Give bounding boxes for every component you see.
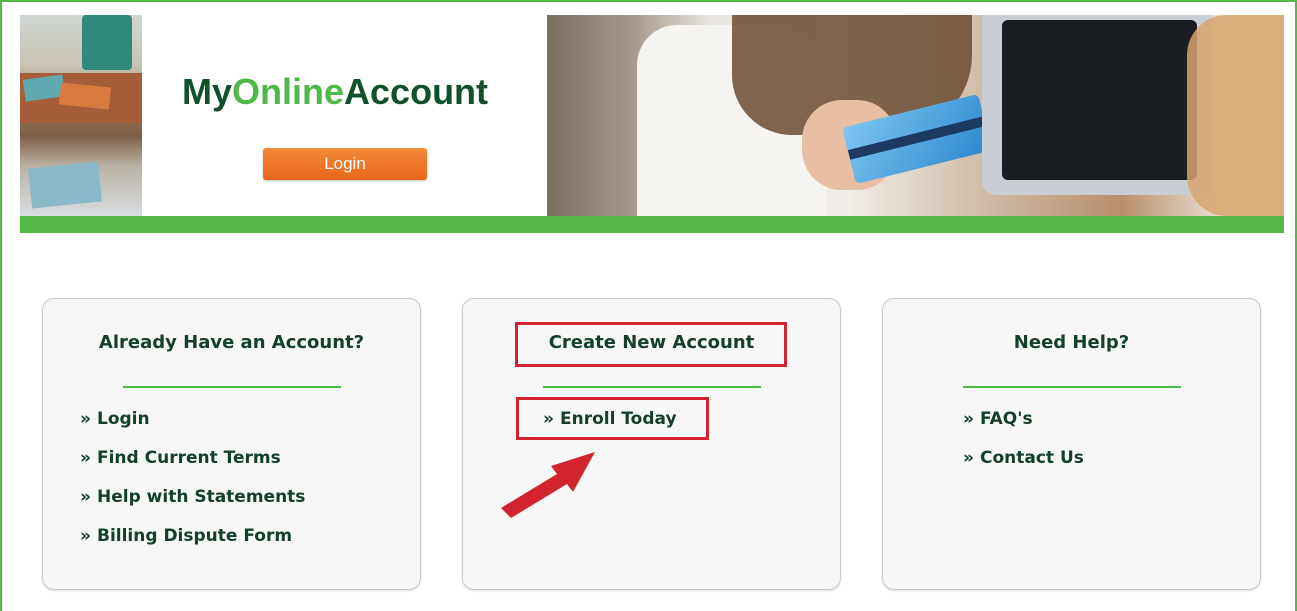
highlight-box-enroll-today — [516, 397, 709, 440]
hero-photo — [547, 15, 1284, 216]
panel-divider — [543, 386, 761, 388]
double-chevron-right-icon: » — [963, 448, 974, 468]
hero-left-image — [20, 15, 142, 216]
panel-title: Need Help? — [1013, 332, 1130, 353]
double-chevron-right-icon: » — [80, 487, 91, 507]
double-chevron-right-icon: » — [80, 409, 91, 429]
double-chevron-right-icon: » — [80, 448, 91, 468]
panel-divider — [123, 386, 341, 388]
find-current-terms-link[interactable]: » Find Current Terms — [80, 448, 305, 487]
brand-title-accent: Online — [232, 71, 345, 112]
need-help-panel: Need Help? » FAQ's » Contact Us — [882, 298, 1261, 590]
login-button[interactable]: Login — [263, 148, 427, 180]
link-label: FAQ's — [979, 409, 1033, 429]
double-chevron-right-icon: » — [963, 409, 974, 429]
hero-green-stripe — [20, 216, 1284, 233]
brand-title-suffix: Account — [344, 71, 489, 112]
hero-brand-panel: MyOnlineAccount Login — [142, 15, 547, 216]
login-link[interactable]: » Login — [80, 409, 305, 448]
hero-banner: MyOnlineAccount Login — [20, 15, 1284, 233]
contact-us-link[interactable]: » Contact Us — [963, 448, 1084, 487]
link-list: » FAQ's » Contact Us — [963, 409, 1084, 487]
double-chevron-right-icon: » — [80, 526, 91, 546]
link-label: Find Current Terms — [96, 448, 281, 468]
faqs-link[interactable]: » FAQ's — [963, 409, 1084, 448]
link-label: Contact Us — [979, 448, 1084, 468]
billing-dispute-form-link[interactable]: » Billing Dispute Form — [80, 526, 305, 565]
help-with-statements-link[interactable]: » Help with Statements — [80, 487, 305, 526]
existing-account-panel: Already Have an Account? » Login » Find Cu… — [42, 298, 421, 590]
link-label: Billing Dispute Form — [96, 526, 293, 546]
link-label: Help with Statements — [96, 487, 306, 507]
brand-logo: MyOnlineAccount — [182, 71, 507, 113]
red-arrow-icon — [501, 452, 595, 518]
highlight-box-create-account-title — [515, 322, 787, 367]
panel-divider — [963, 386, 1181, 388]
link-label: Login — [96, 409, 150, 429]
brand-title-prefix: My — [182, 71, 233, 112]
panel-title: Already Have an Account? — [98, 332, 365, 353]
link-list: » Login » Find Current Terms » Help with St… — [80, 409, 305, 565]
